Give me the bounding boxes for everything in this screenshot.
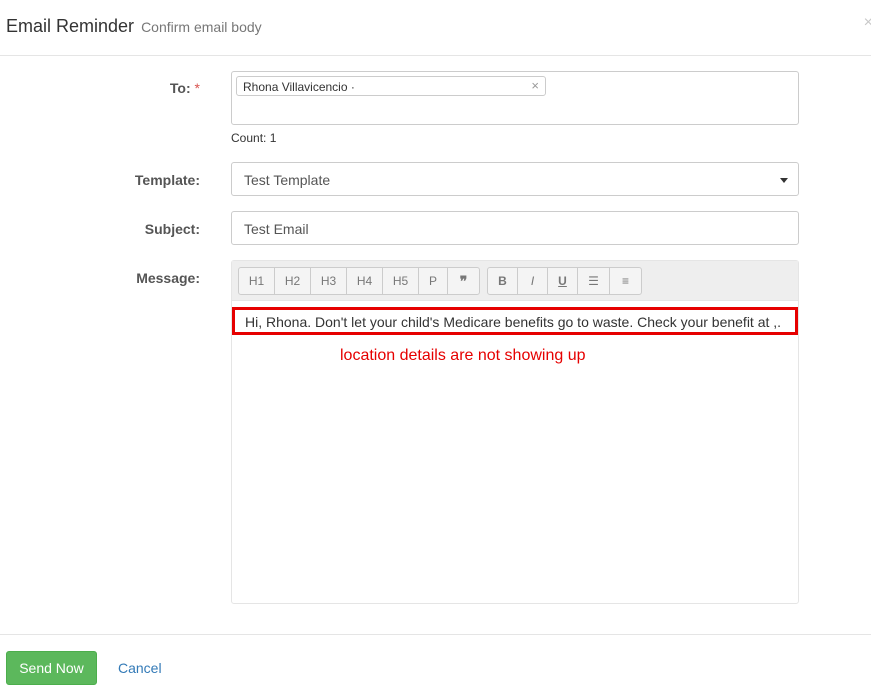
required-marker: * xyxy=(194,80,200,96)
subject-input[interactable]: Test Email xyxy=(231,211,799,245)
remove-recipient-icon[interactable]: × xyxy=(531,78,539,93)
h3-button[interactable]: H3 xyxy=(310,267,347,295)
paragraph-button[interactable]: P xyxy=(418,267,448,295)
underline-button[interactable]: U xyxy=(547,267,578,295)
numbered-list-icon[interactable]: ≡ xyxy=(609,267,642,295)
to-label-text: To: xyxy=(169,80,191,96)
cancel-link[interactable]: Cancel xyxy=(118,660,162,676)
template-selected-value: Test Template xyxy=(244,172,331,188)
modal-footer: Send Now Cancel xyxy=(0,634,871,700)
recipient-count: Count: 1 xyxy=(231,131,277,145)
close-icon[interactable]: × xyxy=(864,15,871,31)
heading-button-group: H1 H2 H3 H4 H5 P ❞ xyxy=(238,267,480,295)
recipient-input[interactable]: Rhona Villavicencio · × xyxy=(231,71,799,125)
template-select[interactable]: Test Template xyxy=(231,162,799,196)
subject-label: Subject: xyxy=(144,221,200,237)
h5-button[interactable]: H5 xyxy=(382,267,419,295)
message-label: Message: xyxy=(136,270,200,286)
recipient-tag-name: Rhona Villavicencio · xyxy=(243,80,355,94)
h2-button[interactable]: H2 xyxy=(274,267,311,295)
h1-button[interactable]: H1 xyxy=(238,267,275,295)
send-now-button[interactable]: Send Now xyxy=(6,651,97,685)
subject-value: Test Email xyxy=(244,221,309,237)
message-editor[interactable]: H1 H2 H3 H4 H5 P ❞ B I U ☰ ≡ Hi, Rhona. … xyxy=(231,260,799,604)
editor-toolbar: H1 H2 H3 H4 H5 P ❞ B I U ☰ ≡ xyxy=(232,261,798,301)
template-label: Template: xyxy=(134,172,200,188)
italic-button[interactable]: I xyxy=(517,267,548,295)
message-body-highlighted[interactable]: Hi, Rhona. Don't let your child's Medica… xyxy=(232,307,798,335)
format-button-group: B I U ☰ ≡ xyxy=(487,267,642,295)
to-label: To: * xyxy=(170,80,200,96)
modal-title: Email Reminder Confirm email body xyxy=(6,16,262,37)
h4-button[interactable]: H4 xyxy=(346,267,383,295)
blockquote-icon[interactable]: ❞ xyxy=(447,267,480,295)
modal-title-text: Email Reminder xyxy=(6,16,135,36)
bullet-list-icon[interactable]: ☰ xyxy=(577,267,610,295)
recipient-tag[interactable]: Rhona Villavicencio · × xyxy=(236,76,546,96)
chevron-down-icon xyxy=(780,178,788,183)
redacted-email xyxy=(358,82,479,93)
modal-header: Email Reminder Confirm email body × xyxy=(0,0,871,56)
modal-subtitle: Confirm email body xyxy=(141,19,262,35)
bold-button[interactable]: B xyxy=(487,267,518,295)
annotation-note: location details are not showing up xyxy=(340,347,586,364)
